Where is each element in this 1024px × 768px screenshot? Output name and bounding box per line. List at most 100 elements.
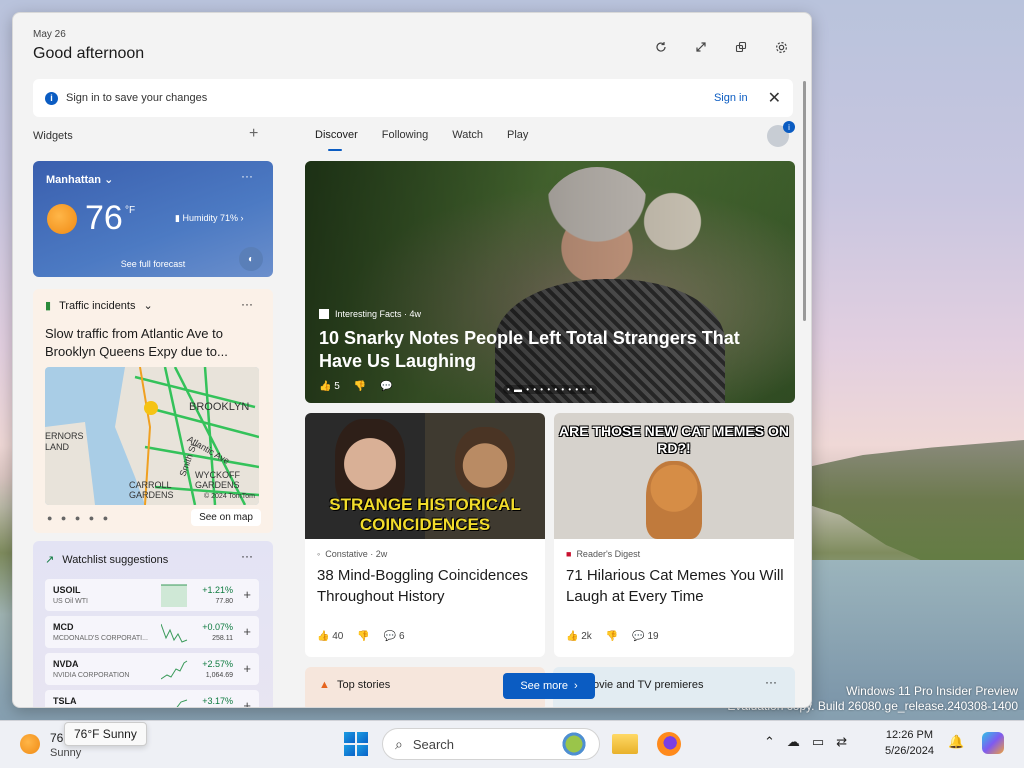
feed-tabs: Discover Following Watch Play — [315, 129, 528, 141]
tab-following[interactable]: Following — [382, 129, 428, 141]
see-full-forecast-link[interactable]: See full forecast — [33, 259, 273, 269]
tab-play[interactable]: Play — [507, 129, 528, 141]
top-stories-label: Top stories — [337, 679, 391, 691]
dislike-button[interactable]: 👎 — [606, 631, 618, 642]
widgets-panel: May 26 Good afternoon i Sign in to save … — [12, 12, 812, 708]
like-button[interactable]: 👍 5 — [319, 381, 340, 392]
traffic-map[interactable]: BROOKLYN ERNORS LAND CARROLL GARDENS WYC… — [45, 367, 259, 505]
info-icon: i — [45, 91, 58, 105]
taskbar-search[interactable]: ⌕ Search — [382, 728, 600, 760]
watchlist-widget[interactable]: ↗ Watchlist suggestions ··· USOIL US Oil… — [33, 541, 273, 707]
chevron-down-icon: ⌄ — [143, 300, 153, 312]
taskbar-weather-temp[interactable]: 76 — [50, 731, 63, 745]
see-more-label: See more — [520, 680, 569, 692]
traffic-description[interactable]: Slow traffic from Atlantic Ave to Brookl… — [45, 325, 265, 361]
see-on-map-button[interactable]: See on map — [191, 509, 261, 526]
search-icon: ⌕ — [395, 735, 403, 752]
share-icon[interactable] — [731, 37, 751, 57]
article-card[interactable]: ARE THOSE NEW CAT MEMES ON RD?! ■ Reader'… — [554, 413, 794, 657]
add-widget-button[interactable]: + — [249, 125, 258, 143]
publisher-logo-icon: ■ — [566, 549, 572, 559]
article-card[interactable]: STRANGE HISTORICAL COINCIDENCES ◦ Constat… — [305, 413, 545, 657]
sparkline — [161, 623, 188, 643]
like-count: 5 — [334, 381, 340, 392]
source-label: Constative · 2w — [325, 549, 388, 559]
like-count: 2k — [581, 631, 592, 642]
tab-discover[interactable]: Discover — [315, 129, 358, 141]
header-date: May 26 — [33, 29, 66, 40]
hero-source[interactable]: Interesting Facts · 4w — [319, 309, 421, 319]
map-label: BROOKLYN — [189, 401, 250, 413]
traffic-widget[interactable]: ▮ Traffic incidents ⌄ ··· Slow traffic f… — [33, 289, 273, 533]
comment-button[interactable]: 💬 19 — [632, 631, 658, 642]
chevron-up-icon[interactable]: ⌃ — [764, 734, 775, 750]
publisher-logo-icon — [319, 309, 329, 319]
article-source[interactable]: ■ Reader's Digest — [566, 549, 640, 559]
more-options-icon[interactable]: ··· — [765, 675, 777, 689]
dislike-button[interactable]: 👎 — [354, 381, 366, 392]
tab-watch[interactable]: Watch — [452, 129, 483, 141]
hero-actions: 👍 5 👎 💬 — [319, 381, 393, 392]
add-stock-button[interactable]: + — [243, 698, 251, 707]
article-title[interactable]: 71 Hilarious Cat Memes You Will Laugh at… — [566, 565, 786, 607]
cloud-offline-icon[interactable]: ☁ — [787, 734, 800, 750]
carousel-dots[interactable]: ● ● ● ● ● — [47, 513, 111, 523]
comment-button[interactable]: 💬 — [380, 381, 392, 392]
weather-humidity[interactable]: ▮ Humidity 71% › — [175, 213, 244, 224]
article-source[interactable]: ◦ Constative · 2w — [317, 549, 387, 559]
expand-icon[interactable] — [691, 37, 711, 57]
dislike-button[interactable]: 👎 — [357, 631, 369, 642]
stock-row[interactable]: USOIL US Oil WTI +1.21% 77.80 + — [45, 579, 259, 611]
source-label: Reader's Digest — [576, 549, 641, 559]
device-icon[interactable]: ▭ — [812, 734, 824, 750]
stock-change: +0.07% — [202, 622, 233, 632]
profile-avatar[interactable]: i — [767, 121, 795, 147]
file-explorer-icon[interactable] — [612, 734, 638, 754]
comment-count: 19 — [647, 631, 659, 642]
image-caption: STRANGE HISTORICAL COINCIDENCES — [329, 495, 521, 534]
add-stock-button[interactable]: + — [243, 624, 251, 639]
stock-row[interactable]: MCD MCDONALD'S CORPORATI... +0.07% 258.1… — [45, 616, 259, 648]
language-icon[interactable]: ⇄ — [836, 734, 847, 750]
start-button[interactable] — [344, 732, 368, 756]
article-title[interactable]: 38 Mind-Boggling Coincidences Throughout… — [317, 565, 537, 607]
map-label: CARROLL — [129, 480, 172, 490]
add-stock-button[interactable]: + — [243, 661, 251, 676]
system-clock[interactable]: 12:26 PM 5/26/2024 — [885, 727, 934, 759]
add-stock-button[interactable]: + — [243, 587, 251, 602]
like-button[interactable]: 👍 2k — [566, 631, 592, 642]
comment-button[interactable]: 💬 6 — [384, 631, 405, 642]
like-button[interactable]: 👍 40 — [317, 631, 343, 642]
more-options-icon[interactable]: ··· — [241, 169, 253, 183]
signin-link[interactable]: Sign in — [714, 92, 748, 104]
stock-row[interactable]: NVDA NVIDIA CORPORATION +2.57% 1,064.69 … — [45, 653, 259, 685]
carousel-indicator[interactable]: • ▬ • • • • • • • • • • — [503, 385, 598, 394]
flame-icon: ▲ — [319, 679, 330, 691]
weather-location[interactable]: Manhattan ⌄ — [46, 173, 113, 186]
gear-icon[interactable] — [771, 37, 791, 57]
bell-icon[interactable]: 🔔 — [948, 734, 964, 750]
map-thumbnail-icon[interactable]: ◐ — [239, 247, 263, 271]
map-label: ERNORS — [45, 431, 84, 441]
search-placeholder: Search — [412, 736, 455, 752]
more-options-icon[interactable]: ··· — [241, 549, 253, 563]
firefox-icon[interactable] — [657, 732, 681, 756]
copilot-icon[interactable] — [982, 732, 1004, 754]
see-more-button[interactable]: See more › — [503, 673, 595, 699]
weather-widget[interactable]: Manhattan ⌄ ··· 76 °F ▮ Humidity 71% › S… — [33, 161, 273, 277]
traffic-header[interactable]: ▮ Traffic incidents ⌄ — [45, 299, 153, 313]
watchlist-header: ↗ Watchlist suggestions — [45, 553, 169, 567]
scrollbar[interactable] — [803, 81, 806, 321]
sun-icon[interactable] — [20, 734, 40, 754]
chevron-right-icon: › — [240, 213, 244, 223]
article-actions: 👍 40 👎 💬 6 — [317, 631, 405, 642]
hero-article[interactable]: Interesting Facts · 4w 10 Snarky Notes P… — [305, 161, 795, 403]
more-options-icon[interactable]: ··· — [241, 297, 253, 311]
refresh-icon[interactable] — [651, 37, 671, 57]
stock-row[interactable]: TSLA +3.17% + — [45, 690, 259, 707]
hero-title[interactable]: 10 Snarky Notes People Left Total Strang… — [319, 327, 759, 373]
close-icon[interactable]: ✕ — [768, 88, 781, 108]
taskbar-weather-condition[interactable]: Sunny — [50, 747, 81, 759]
watchlist-title: Watchlist suggestions — [62, 553, 169, 566]
map-label: GARDENS — [129, 490, 174, 500]
